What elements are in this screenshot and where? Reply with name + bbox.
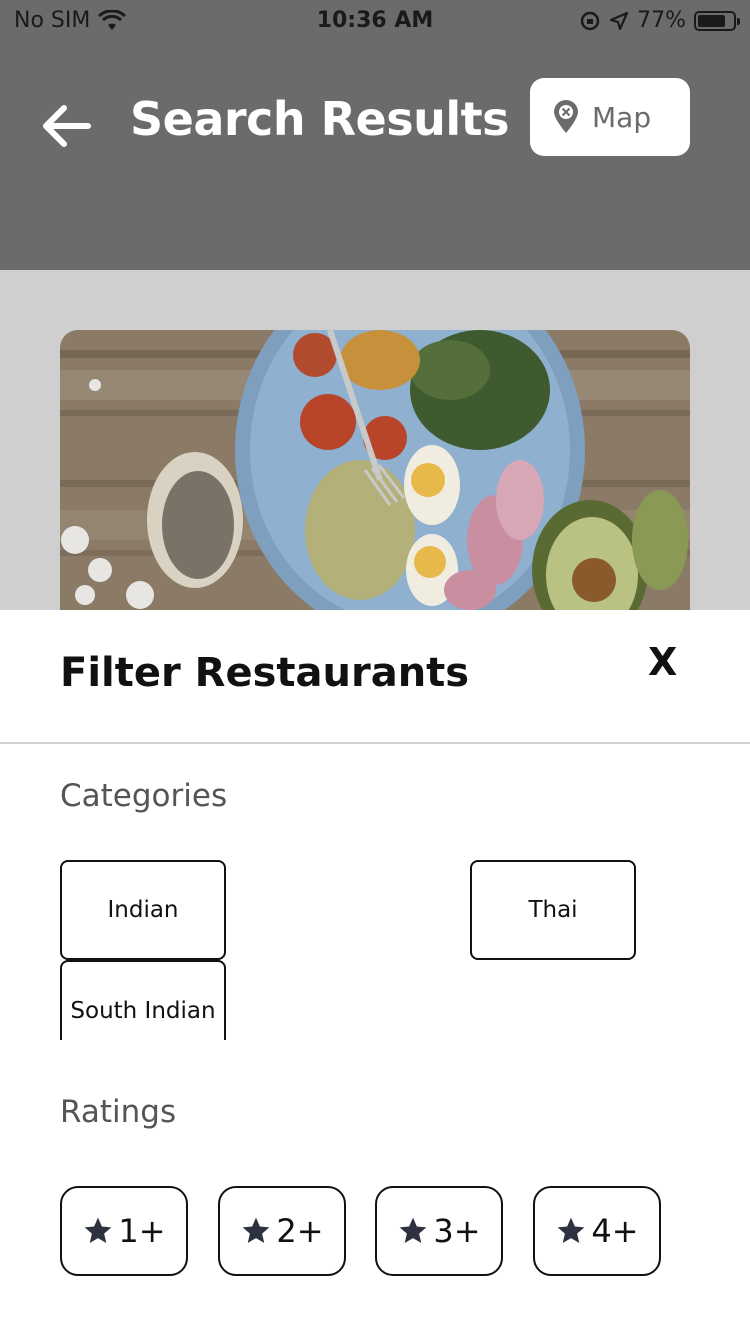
back-button[interactable] (38, 100, 94, 152)
rating-chip-3[interactable]: 3+ (375, 1186, 503, 1276)
map-button-label: Map (592, 100, 652, 134)
restaurant-image[interactable] (60, 330, 690, 610)
arrow-left-icon (43, 105, 91, 147)
rating-label: 3+ (433, 1212, 481, 1250)
star-icon (558, 1217, 585, 1243)
rating-chip-4[interactable]: 4+ (533, 1186, 661, 1276)
page-title: Search Results (130, 92, 509, 146)
orientation-lock-icon (580, 11, 600, 30)
location-arrow-icon (609, 11, 629, 30)
ratings-label: Ratings (60, 1094, 177, 1130)
modal-header: Filter Restaurants X (0, 610, 750, 744)
status-right: 77% (579, 8, 740, 33)
categories-label: Categories (60, 778, 228, 814)
rating-label: 4+ (591, 1212, 639, 1250)
battery-percent: 77% (637, 8, 686, 33)
category-chip-thai[interactable]: Thai (470, 860, 636, 960)
map-pin-icon (554, 100, 578, 133)
star-icon (243, 1217, 270, 1243)
modal-title: Filter Restaurants (60, 650, 470, 696)
star-icon (85, 1217, 112, 1243)
food-photo (60, 330, 690, 610)
rating-label: 2+ (276, 1212, 324, 1250)
rating-chip-2[interactable]: 2+ (218, 1186, 346, 1276)
battery-icon (694, 10, 740, 31)
app-header: Search Results Map (0, 40, 750, 270)
status-bar: No SIM 10:36 AM 77% (0, 0, 750, 40)
rating-label: 1+ (118, 1212, 166, 1250)
filter-modal: Filter Restaurants X Categories Indian T… (0, 610, 750, 1334)
close-button[interactable]: X (648, 640, 677, 684)
map-button[interactable]: Map (530, 78, 690, 156)
star-icon (400, 1217, 427, 1243)
rating-chip-1[interactable]: 1+ (60, 1186, 188, 1276)
category-chip-indian[interactable]: Indian (60, 860, 226, 960)
category-chip-south-indian[interactable]: South Indian (60, 960, 226, 1040)
